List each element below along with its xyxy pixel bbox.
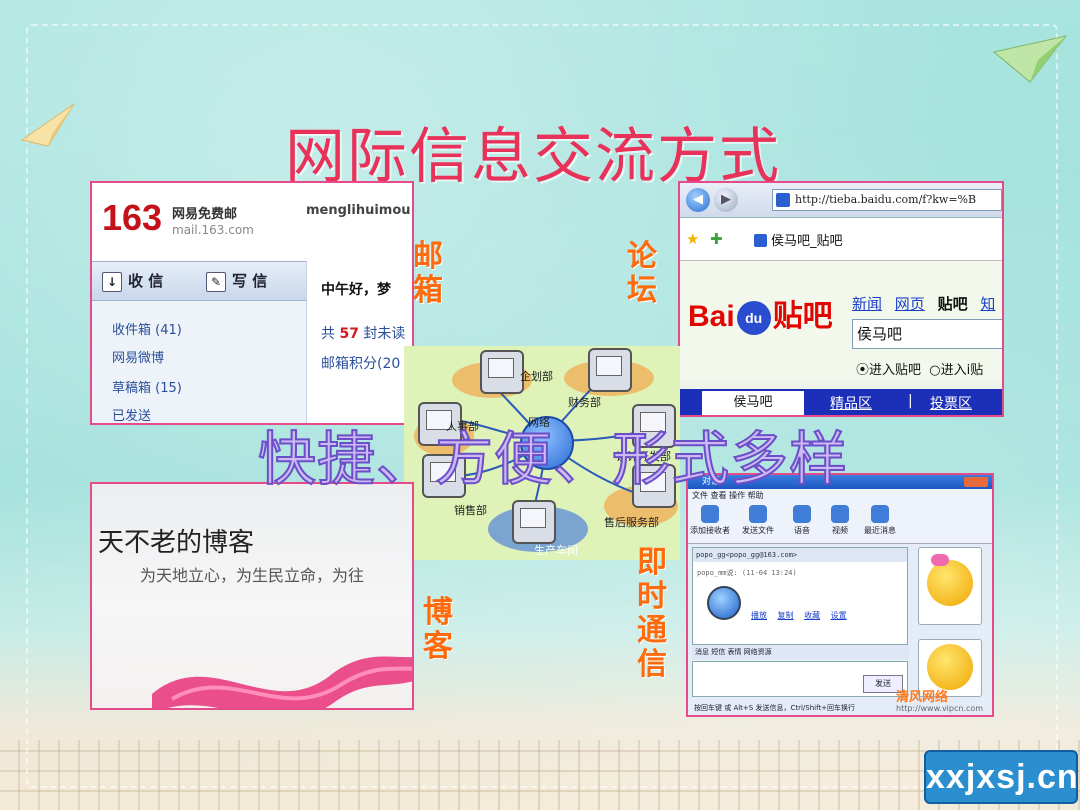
favorite-link[interactable]: 收藏 — [804, 611, 820, 620]
folder-weibo[interactable]: 网易微博 — [112, 347, 164, 366]
mail163-logo-text: 网易免费邮 — [172, 207, 238, 222]
folder-sent[interactable]: 已发送 — [112, 405, 151, 423]
blog-screenshot: 天不老的博客 为天地立心，为生民立命，为往 — [90, 482, 414, 710]
envelope-icon — [749, 505, 767, 523]
mail163-screenshot: 163 网易免费邮 mail.163.com menglihuimou1 ↓ 收… — [90, 181, 414, 425]
recent-messages-button[interactable]: 最近消息 — [860, 505, 900, 536]
link-tieba[interactable]: 贴吧 — [938, 295, 968, 313]
tab-vote[interactable]: 投票区 — [930, 393, 972, 413]
chat-message: popo_mm说: (11-04 13:24) — [697, 569, 797, 577]
favorites-star-icon[interactable]: ★ — [686, 230, 699, 248]
video-button[interactable]: 视频 — [820, 505, 860, 536]
label-blog: 博 客 — [423, 595, 453, 664]
favicon-icon — [754, 234, 767, 247]
play-link[interactable]: 播放 — [751, 611, 767, 620]
voice-button[interactable]: 语音 — [782, 505, 822, 536]
smiley-face-icon — [927, 644, 973, 690]
im-chat-area: popo_gg<popo_gg@163.com> popo_mm说: (11-0… — [692, 547, 908, 645]
link-web[interactable]: 网页 — [895, 295, 925, 313]
users-icon — [701, 505, 719, 523]
label-instant-messaging: 即 时 通 信 — [637, 545, 667, 682]
mail163-username: menglihuimou1 — [306, 203, 414, 218]
blog-title: 天不老的博客 — [98, 528, 255, 558]
silk-ribbon-image — [152, 656, 412, 708]
bow-icon — [931, 554, 949, 566]
unread-count-text: 共 57 封未读 — [321, 326, 406, 342]
link-news[interactable]: 新闻 — [852, 295, 882, 313]
message-actions: 播放 复制 收藏 设置 — [751, 610, 855, 621]
tieba-radio-group: ⦿进入贴吧 ○进入i贴 — [856, 359, 983, 378]
chat-header: popo_gg<popo_gg@163.com> — [693, 548, 907, 562]
brand-name: 清风网络 — [896, 690, 949, 705]
webcam-icon — [831, 505, 849, 523]
slogan-text: 快捷、方便、形式多样 — [257, 424, 849, 494]
back-arrow-icon[interactable]: ◀ — [686, 188, 710, 212]
browser-tab[interactable]: 侯马吧_贴吧 — [754, 230, 843, 249]
send-file-button[interactable]: 发送文件 — [738, 505, 778, 536]
mail163-folder-list: 收件箱 (41) 网易微博 草稿箱 (15) 已发送 — [92, 301, 306, 423]
input-toolbar[interactable]: 消息 短信 表情 网络资源 — [692, 645, 909, 659]
brand-url: http://www.vipcn.com — [896, 704, 984, 713]
smiley-face-icon — [927, 560, 973, 606]
dept-label: 财务部 — [568, 396, 601, 409]
window-controls-icon[interactable] — [964, 477, 988, 487]
dept-label: 销售部 — [454, 504, 487, 517]
dept-label: 生产车间 — [534, 544, 578, 557]
favicon-icon — [776, 193, 790, 207]
tab-featured[interactable]: 精品区 — [830, 393, 872, 413]
label-mail: 邮 箱 — [413, 239, 443, 308]
tieba-screenshot: ◀ ▶ http://tieba.baidu.com/f?kw=%B ★ ✚ 侯… — [678, 181, 1004, 417]
baidu-tieba-logo: Bai du 贴吧 — [688, 291, 833, 336]
im-toolbar: 添加接收者 发送文件 语音 视频 最近消息 — [688, 503, 992, 544]
paper-plane-icon — [992, 35, 1068, 83]
paw-icon: du — [736, 301, 771, 336]
tieba-search-input[interactable]: 侯马吧 — [852, 319, 1002, 349]
im-chat-screenshot: 对话 文件 查看 操作 帮助 添加接收者 发送文件 语音 视频 最近消息 pop… — [686, 473, 994, 717]
contact-avatar — [918, 547, 982, 625]
folder-drafts[interactable]: 草稿箱 (15) — [112, 377, 182, 396]
message-input[interactable]: 发送 — [692, 661, 908, 697]
copy-link[interactable]: 复制 — [778, 611, 794, 620]
download-icon: ↓ — [102, 272, 122, 292]
grid-paper-strip — [0, 740, 1080, 810]
pencil-icon: ✎ — [206, 272, 226, 292]
folder-inbox[interactable]: 收件箱 (41) — [112, 319, 182, 338]
strip-divider: | — [908, 393, 913, 409]
write-mail-button[interactable]: ✎ 写 信 — [202, 268, 267, 294]
mail163-domain: mail.163.com — [172, 223, 254, 237]
radio-enter-bar[interactable]: ⦿进入贴吧 — [856, 363, 921, 378]
label-forum: 论 坛 — [627, 239, 657, 308]
dept-label: 企划部 — [520, 370, 553, 383]
forward-arrow-icon[interactable]: ▶ — [714, 188, 738, 212]
link-zhidao[interactable]: 知 — [980, 295, 995, 313]
mail-points-text: 邮箱积分(20 — [321, 356, 401, 372]
mail163-greeting: 中午好，梦 — [321, 282, 391, 298]
speaker-icon — [793, 505, 811, 523]
paper-plane-icon — [20, 103, 75, 147]
receive-mail-button[interactable]: ↓ 收 信 — [98, 268, 163, 294]
add-favorite-icon[interactable]: ✚ — [710, 230, 723, 248]
site-watermark: xxjxsj.cn — [924, 750, 1078, 804]
history-icon — [871, 505, 889, 523]
blog-subtitle: 为天地立心，为生民立命，为往 — [140, 566, 365, 585]
settings-link[interactable]: 设置 — [831, 611, 847, 620]
address-bar[interactable]: http://tieba.baidu.com/f?kw=%B — [772, 189, 1002, 211]
mail163-logo: 163 — [102, 197, 163, 238]
tieba-top-links: 新闻 网页 贴吧 知 — [852, 293, 1002, 314]
dept-label: 售后服务部 — [604, 516, 659, 529]
radio-enter-other[interactable]: ○进入i贴 — [929, 363, 983, 378]
play-icon[interactable] — [707, 586, 741, 620]
add-receiver-button[interactable]: 添加接收者 — [690, 505, 730, 536]
